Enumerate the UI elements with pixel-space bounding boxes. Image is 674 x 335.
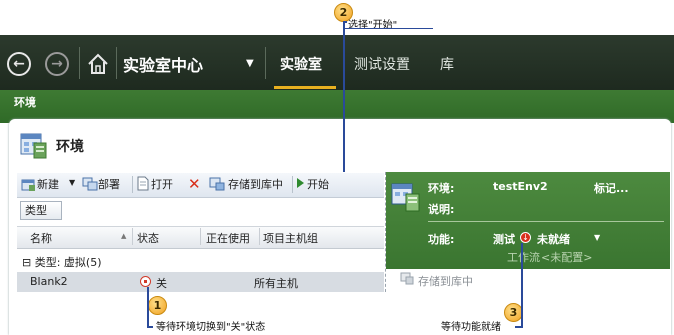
open-icon	[137, 176, 149, 191]
deploy-icon	[82, 177, 98, 191]
dropdown-arrow-icon[interactable]: ▼	[246, 58, 254, 69]
callout-leader-line	[343, 21, 345, 172]
column-header-host-group[interactable]: 项目主机组	[263, 230, 318, 246]
home-button[interactable]	[86, 52, 110, 76]
capability-status: 未就绪	[537, 233, 570, 246]
forward-button[interactable]: →	[45, 52, 69, 76]
environment-icon	[20, 131, 48, 159]
tab-lab[interactable]: 实验室	[280, 54, 322, 74]
callout-badge: 1	[148, 296, 167, 315]
store-to-library-button[interactable]: 存储到库中	[228, 176, 283, 192]
column-divider	[259, 228, 260, 245]
nav-divider	[116, 47, 117, 79]
nav-divider	[79, 47, 80, 79]
delete-icon[interactable]: ✕	[188, 175, 201, 193]
callout-leader-line	[147, 287, 149, 328]
column-header-name[interactable]: 名称	[30, 230, 52, 246]
back-arrow-icon: ←	[13, 56, 25, 72]
collapse-icon[interactable]: ⊟	[22, 256, 31, 269]
forward-arrow-icon: →	[51, 56, 63, 72]
table-row[interactable]	[17, 272, 384, 292]
store-library-icon	[400, 272, 414, 285]
row-host-group: 所有主机	[254, 277, 298, 290]
callout-leader-line	[515, 326, 523, 328]
new-dropdown-arrow-icon[interactable]: ▼	[69, 178, 75, 187]
environment-value: testEnv2	[493, 180, 548, 193]
new-button[interactable]: 新建	[37, 176, 59, 192]
callout-text: 等待功能就绪	[441, 322, 501, 333]
new-icon	[21, 178, 35, 191]
tab-library[interactable]: 库	[440, 54, 454, 74]
not-ready-icon: ↓	[520, 232, 531, 243]
open-button[interactable]: 打开	[151, 176, 173, 192]
environment-label: 环境:	[428, 182, 455, 195]
group-header[interactable]: ⊟ 类型: 虚拟(5)	[22, 254, 102, 270]
column-header-in-use[interactable]: 正在使用	[206, 230, 250, 246]
callout-underline	[343, 28, 433, 29]
callout-leader-line	[343, 21, 347, 23]
workflow-value: <未配置>	[541, 251, 593, 264]
description-label: 说明:	[428, 203, 455, 216]
toolbar-separator	[132, 176, 133, 193]
sort-ascending-icon: ▲	[121, 232, 127, 240]
store-to-library-icon	[209, 177, 225, 191]
stopped-status-icon	[140, 276, 151, 287]
nav-divider	[265, 47, 266, 79]
start-button[interactable]: 开始	[307, 176, 329, 192]
toolbar-separator	[292, 176, 293, 193]
play-icon	[297, 178, 304, 188]
active-tab-indicator	[274, 86, 336, 89]
details-divider	[428, 221, 664, 222]
callout-text: 等待环境切换到"关"状态	[156, 322, 266, 333]
back-button[interactable]: ←	[7, 52, 31, 76]
mark-link[interactable]: 标记...	[594, 180, 629, 196]
store-to-library-link[interactable]: 存储到库中	[418, 273, 473, 289]
capability-test: 测试	[493, 233, 515, 246]
sub-tab-environments[interactable]: 环境	[14, 94, 36, 110]
tab-test-settings[interactable]: 测试设置	[354, 54, 410, 74]
environment-detail-icon	[391, 180, 421, 212]
type-filter-button[interactable]: 类型	[20, 201, 62, 220]
group-label: 类型: 虚拟(5)	[34, 256, 102, 269]
row-name: Blank2	[30, 275, 68, 288]
capability-dropdown-icon[interactable]: ▼	[594, 233, 600, 242]
capability-label: 功能:	[428, 233, 455, 246]
workflow-label: 工作流	[507, 251, 540, 264]
callout-leader-line	[521, 243, 523, 328]
callout-leader-line	[147, 326, 153, 328]
deploy-button[interactable]: 部署	[98, 176, 120, 192]
column-divider	[132, 228, 133, 245]
panel-title: 环境	[56, 139, 84, 155]
row-status: 关	[156, 277, 167, 290]
app-title: 实验室中心	[123, 56, 204, 75]
column-header-status[interactable]: 状态	[137, 230, 159, 246]
home-icon	[88, 53, 108, 74]
column-divider	[200, 228, 201, 245]
